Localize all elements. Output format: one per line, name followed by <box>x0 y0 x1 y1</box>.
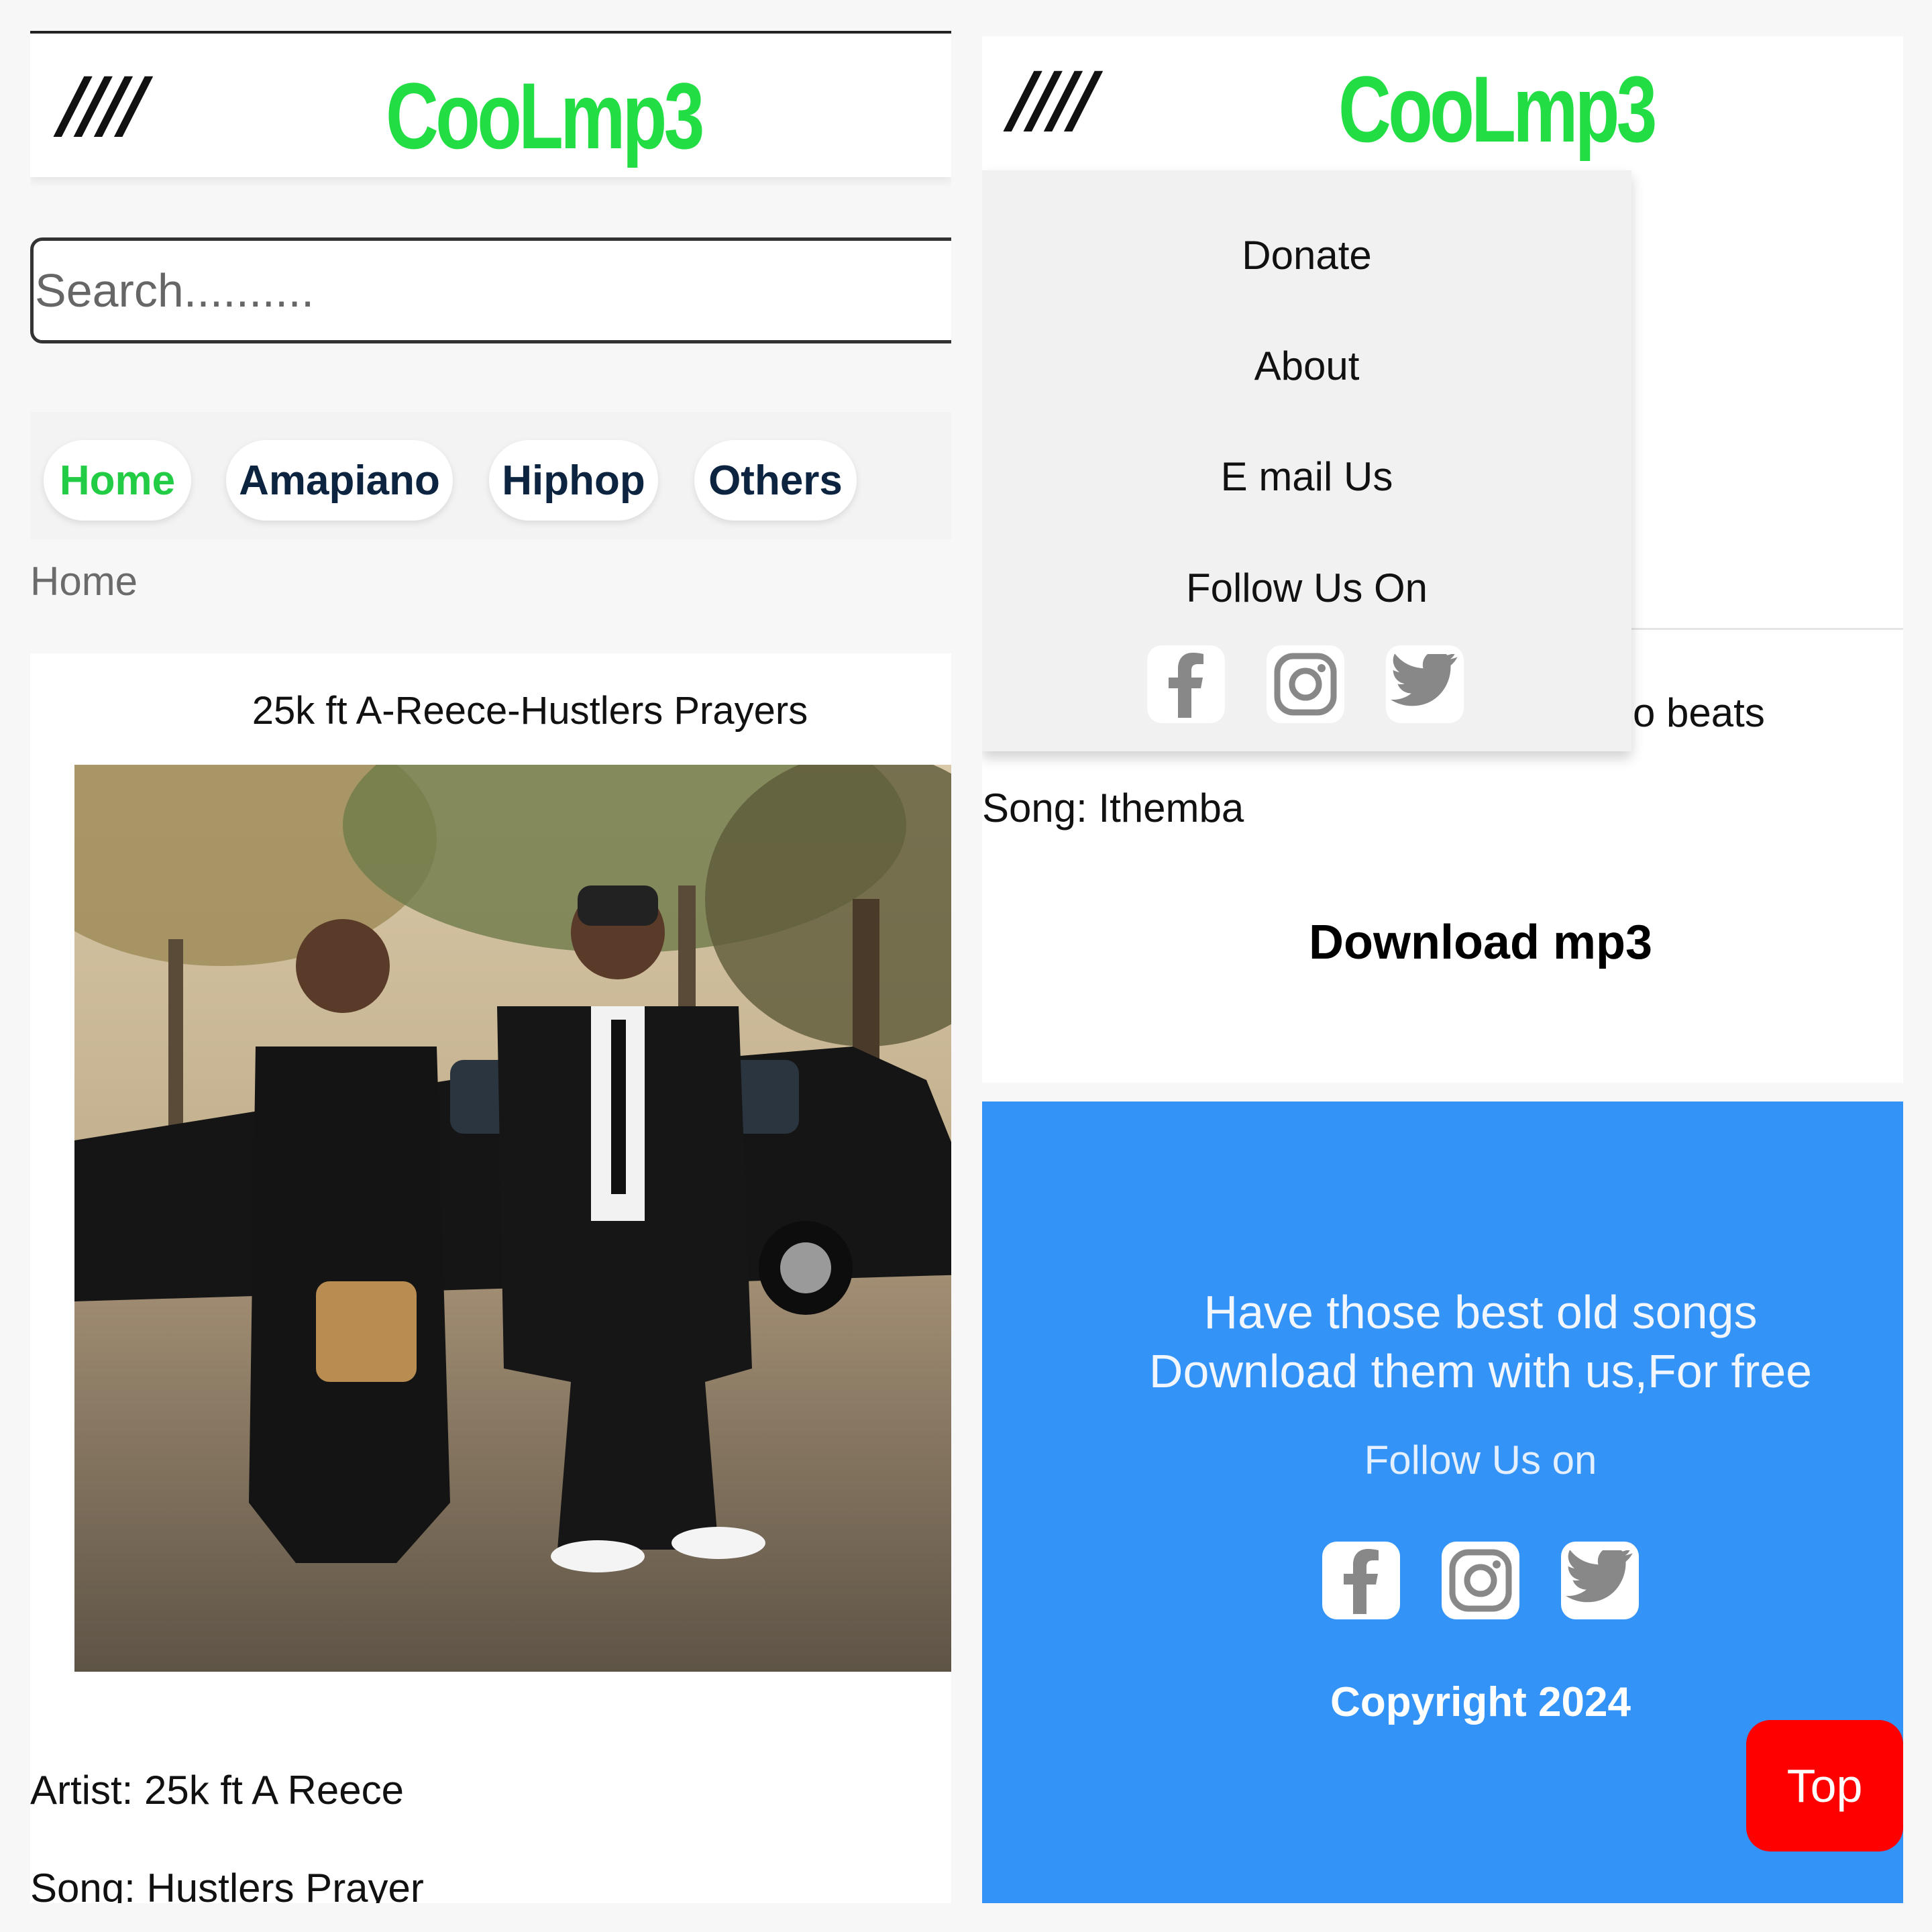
instagram-icon[interactable] <box>1442 1542 1519 1619</box>
album-cover-image[interactable] <box>74 765 951 1672</box>
menu-icon[interactable]: //// <box>60 62 148 148</box>
menu-item-email-us[interactable]: E mail Us <box>982 453 1631 500</box>
artist-text: Artist: 25k ft A Reece <box>30 1768 404 1813</box>
footer-social-links <box>1322 1542 1639 1619</box>
nav-hiphop[interactable]: Hiphop <box>489 440 658 521</box>
search-input[interactable] <box>34 241 951 340</box>
instagram-icon[interactable] <box>1267 645 1344 723</box>
copyright-text: Copyright 2024 <box>1330 1679 1631 1725</box>
song-text: Song: Hustlers Prayer <box>30 1866 424 1903</box>
divider <box>1631 628 1903 630</box>
menu-item-donate[interactable]: Donate <box>982 232 1631 278</box>
footer-tagline-line1: Have those best old songs <box>1203 1286 1758 1338</box>
nav-others[interactable]: Others <box>694 440 857 521</box>
post-title-partial[interactable]: o beats <box>1633 690 1765 736</box>
site-logo[interactable]: CooLmp3 <box>1338 55 1657 164</box>
left-screen: //// CooLmp3 Home Amapiano Hiphop Others… <box>30 28 951 1903</box>
category-nav: Home Amapiano Hiphop Others <box>30 412 951 539</box>
menu-item-about[interactable]: About <box>982 343 1631 389</box>
nav-home[interactable]: Home <box>44 440 191 521</box>
menu-follow-label: Follow Us On <box>1185 566 1428 610</box>
right-screen: //// CooLmp3 o beats Song: Ithemba Downl… <box>982 28 1903 1903</box>
nav-amapiano[interactable]: Amapiano <box>226 440 453 521</box>
post-title[interactable]: 25k ft A-Reece-Hustlers Prayers <box>30 688 951 733</box>
footer-tagline-line2: Download them with us,For free <box>1148 1345 1813 1397</box>
twitter-icon[interactable] <box>1561 1542 1639 1619</box>
song-text: Song: Ithemba <box>982 786 1244 830</box>
dropdown-menu: Donate About E mail Us Follow Us On <box>982 170 1631 751</box>
menu-social-links <box>1147 645 1464 723</box>
footer-follow-label: Follow Us on <box>1364 1438 1597 1483</box>
download-mp3-button[interactable]: Download mp3 <box>982 915 1903 970</box>
site-header: //// CooLmp3 <box>982 36 1903 168</box>
post-card: 25k ft A-Reece-Hustlers Prayers Artist: … <box>30 653 951 1903</box>
breadcrumb: Home <box>30 559 138 604</box>
back-to-top-button[interactable]: Top <box>1746 1720 1903 1851</box>
menu-icon[interactable]: //// <box>1010 56 1098 142</box>
site-header: //// CooLmp3 <box>30 31 951 177</box>
search-box <box>30 237 951 343</box>
facebook-icon[interactable] <box>1322 1542 1400 1619</box>
facebook-icon[interactable] <box>1147 645 1225 723</box>
site-logo[interactable]: CooLmp3 <box>386 62 704 170</box>
twitter-icon[interactable] <box>1386 645 1464 723</box>
footer-tagline: Have those best old songs Download them … <box>982 1283 1903 1401</box>
